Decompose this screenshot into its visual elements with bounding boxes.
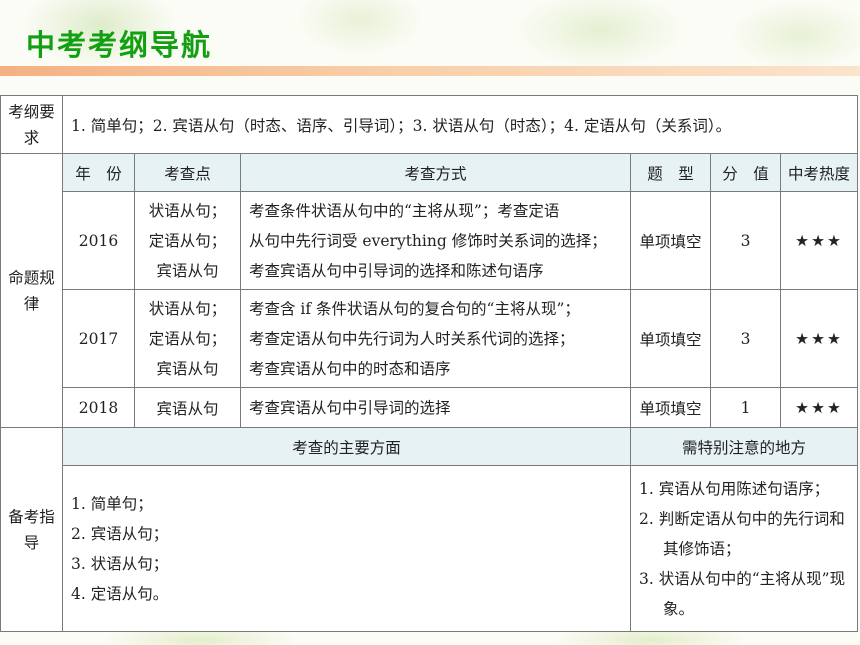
heat-stars: ★★★ — [779, 289, 859, 388]
rules-header-row: 命题规律 年 份 考查点 考查方式 题 型 分 值 中考热度 — [0, 153, 859, 428]
exam-outline-table: 考纲要求 1. 简单句；2. 宾语从句（时态、语序、引导词）；3. 状语从句（时… — [0, 95, 859, 632]
method-cell: 考查含 if 条件状语从句的复合句的“主将从现”； 考查定语从句中先行词为人时关… — [240, 289, 631, 388]
header-method: 考查方式 — [240, 153, 631, 192]
type-cell: 单项填空 — [630, 387, 711, 428]
list-item: 1. 宾语从句用陈述句语序； — [639, 479, 830, 498]
page-title: 中考考纲导航 — [26, 28, 213, 62]
heat-stars: ★★★ — [779, 191, 859, 290]
guide-header-row: 备考指导 考查的主要方面 需特别注意的地方 — [0, 427, 859, 632]
points-cell: 状语从句； 定语从句； 宾语从句 — [134, 191, 241, 290]
header-heat: 中考热度 — [779, 153, 859, 192]
header-type: 题 型 — [630, 153, 711, 192]
list-item: 3. 状语从句； — [71, 554, 169, 573]
aspects-list: 1. 简单句； 2. 宾语从句； 3. 状语从句； 4. 定语从句。 — [62, 465, 631, 632]
score-cell: 3 — [710, 191, 781, 290]
year-cell: 2018 — [62, 387, 135, 428]
requirement-text: 1. 简单句；2. 宾语从句（时态、语序、引导词）；3. 状语从句（时态）；4.… — [61, 95, 859, 154]
type-cell: 单项填空 — [630, 289, 711, 388]
rules-label: 命题规律 — [0, 153, 63, 428]
method-line: 考查含 if 条件状语从句的复合句的“主将从现”； — [249, 299, 580, 318]
method-line: 考查宾语从句中的时态和语序 — [249, 359, 451, 378]
list-item: 4. 定语从句。 — [71, 584, 169, 603]
table-row: 2016 状语从句； 定语从句； 宾语从句 考查条件状语从句中的“主将从现”；考… — [1, 191, 859, 290]
title-underline-bar — [0, 66, 860, 76]
points-cell: 状语从句； 定语从句； 宾语从句 — [134, 289, 241, 388]
method-line: 考查定语从句中先行词为人时关系代词的选择； — [249, 329, 575, 348]
method-line: 考查宾语从句中引导词的选择和陈述句语序 — [249, 261, 544, 280]
header-score: 分 值 — [710, 153, 781, 192]
list-item: 3. 状语从句中的“主将从现”现象。 — [639, 569, 846, 618]
header-year: 年 份 — [62, 153, 135, 192]
notes-header: 需特别注意的地方 — [629, 427, 859, 466]
guide-content-row: 1. 简单句； 2. 宾语从句； 3. 状语从句； 4. 定语从句。 1. 宾语… — [1, 465, 859, 632]
point-item: 定语从句； — [148, 329, 227, 348]
method-cell: 考查条件状语从句中的“主将从现”；考查定语 从句中先行词受 everything… — [240, 191, 631, 290]
point-item: 状语从句； — [148, 201, 227, 220]
score-cell: 3 — [710, 289, 781, 388]
list-item: 2. 宾语从句； — [71, 524, 169, 543]
method-line: 从句中先行词受 everything 修饰时关系词的选择； — [249, 231, 607, 250]
heat-stars: ★★★ — [779, 387, 859, 428]
point-item: 宾语从句 — [156, 359, 219, 378]
notes-list: 1. 宾语从句用陈述句语序； 2. 判断定语从句中的先行词和其修饰语； 3. 状… — [629, 465, 859, 632]
type-cell: 单项填空 — [630, 191, 711, 290]
aspects-header: 考查的主要方面 — [62, 427, 631, 466]
guide-label: 备考指导 — [0, 427, 63, 632]
list-item: 2. 判断定语从句中的先行词和其修饰语； — [639, 509, 845, 558]
point-item: 状语从句； — [148, 299, 227, 318]
point-item: 宾语从句 — [156, 261, 219, 280]
year-cell: 2016 — [62, 191, 135, 290]
points-cell: 宾语从句 — [134, 387, 241, 428]
header-points: 考查点 — [134, 153, 241, 192]
list-item: 1. 简单句； — [71, 494, 153, 513]
method-line: 考查条件状语从句中的“主将从现”；考查定语 — [249, 201, 560, 220]
requirement-label: 考纲要求 — [0, 95, 63, 154]
score-cell: 1 — [710, 387, 781, 428]
table-row: 2018 宾语从句 考查宾语从句中引导词的选择 单项填空 1 ★★★ — [1, 387, 859, 428]
requirement-row: 考纲要求 1. 简单句；2. 宾语从句（时态、语序、引导词）；3. 状语从句（时… — [0, 95, 859, 154]
year-cell: 2017 — [62, 289, 135, 388]
table-row: 2017 状语从句； 定语从句； 宾语从句 考查含 if 条件状语从句的复合句的… — [1, 289, 859, 388]
point-item: 定语从句； — [148, 231, 227, 250]
method-cell: 考查宾语从句中引导词的选择 — [240, 387, 631, 428]
